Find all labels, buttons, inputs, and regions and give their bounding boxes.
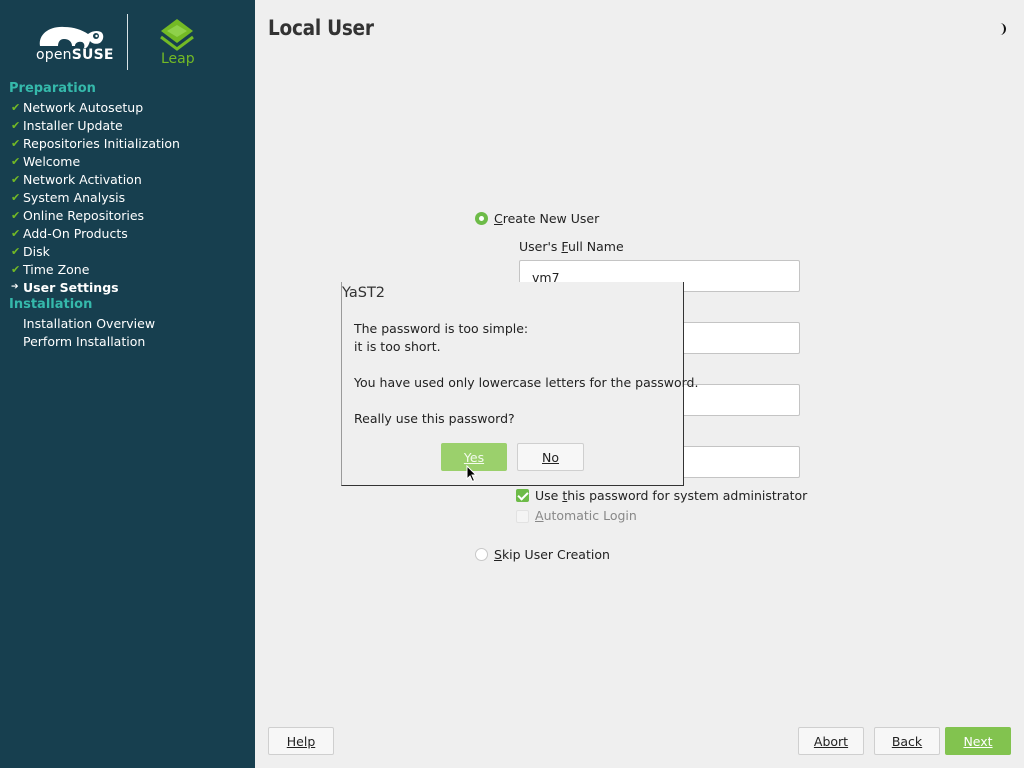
check-icon: ✔ <box>11 226 21 240</box>
opensuse-wordmark: openSUSE <box>36 47 114 63</box>
high-contrast-icon[interactable] <box>994 23 1006 35</box>
dialog-line: The password is too simple: <box>354 321 529 336</box>
check-icon: ✔ <box>11 118 21 132</box>
create-new-user-label[interactable]: Create New User <box>494 211 599 226</box>
check-icon: ✔ <box>11 154 21 168</box>
step-online-repositories: ✔ Online Repositories <box>11 207 145 223</box>
check-icon: ✔ <box>11 136 21 150</box>
create-new-user-radio[interactable] <box>475 212 488 225</box>
password-warning-dialog: YaST2 The password is too simple: it is … <box>341 282 698 486</box>
step-installation-overview: Installation Overview <box>23 315 156 331</box>
sidebar: openSUSE Leap Preparation ✔ Network Autos… <box>0 0 255 768</box>
abort-button[interactable]: Abort <box>798 727 864 755</box>
section-installation: Installation <box>9 297 93 312</box>
help-button[interactable]: Help <box>268 727 334 755</box>
step-user-settings: ➔ User Settings <box>11 279 119 295</box>
skip-user-creation-label[interactable]: Skip User Creation <box>494 547 610 562</box>
step-network-autosetup: ✔ Network Autosetup <box>11 99 144 115</box>
full-name-label: User's Full Name <box>519 239 624 254</box>
step-disk: ✔ Disk <box>11 243 50 259</box>
automatic-login-checkbox[interactable] <box>516 510 529 523</box>
dialog-line: Really use this password? <box>354 411 515 426</box>
use-password-admin-checkbox[interactable] <box>516 489 529 502</box>
step-welcome: ✔ Welcome <box>11 153 81 169</box>
dialog-line: You have used only lowercase letters for… <box>354 375 699 390</box>
logo-divider <box>127 14 128 70</box>
step-network-activation: ✔ Network Activation <box>11 171 142 187</box>
leap-wordmark: Leap <box>161 51 195 67</box>
check-icon: ✔ <box>11 244 21 258</box>
section-preparation: Preparation <box>9 81 96 96</box>
next-button[interactable]: Next <box>945 727 1011 755</box>
step-perform-installation: Perform Installation <box>23 333 146 349</box>
step-add-on-products: ✔ Add-On Products <box>11 225 128 241</box>
dialog-title: YaST2 <box>342 285 386 301</box>
logo-area: openSUSE Leap <box>0 0 255 80</box>
automatic-login-label[interactable]: Automatic Login <box>535 508 637 523</box>
step-installer-update: ✔ Installer Update <box>11 117 123 133</box>
skip-user-creation-radio[interactable] <box>475 548 488 561</box>
page-title: Local User <box>268 16 374 40</box>
dialog-line: it is too short. <box>354 339 441 354</box>
check-icon: ✔ <box>11 190 21 204</box>
use-password-admin-label[interactable]: Use this password for system administrat… <box>535 488 807 503</box>
step-time-zone: ✔ Time Zone <box>11 261 90 277</box>
check-icon: ✔ <box>11 262 21 276</box>
back-button[interactable]: Back <box>874 727 940 755</box>
dialog-message: The password is too simple: it is too sh… <box>354 320 698 428</box>
leap-logo <box>160 19 194 51</box>
check-icon: ✔ <box>11 208 21 222</box>
no-button[interactable]: No <box>517 443 584 471</box>
check-icon: ✔ <box>11 172 21 186</box>
mouse-pointer-icon <box>466 465 478 483</box>
check-icon: ✔ <box>11 100 21 114</box>
arrow-right-icon: ➔ <box>11 282 19 292</box>
step-repositories-initialization: ✔ Repositories Initialization <box>11 135 180 151</box>
step-system-analysis: ✔ System Analysis <box>11 189 126 205</box>
